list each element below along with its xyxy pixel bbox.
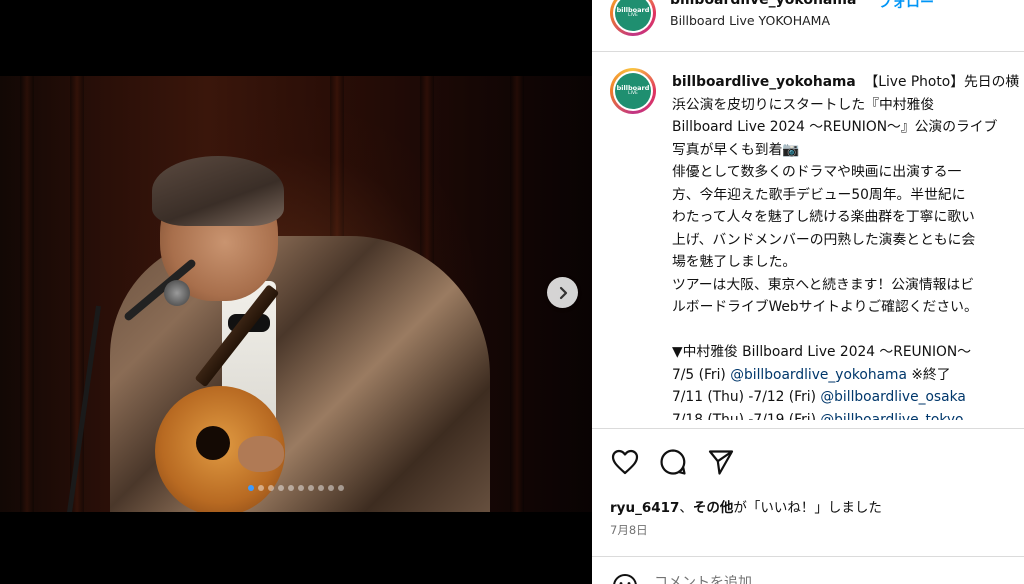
carousel-dot: [258, 485, 264, 491]
carousel-indicator: [0, 485, 592, 491]
caption-line: ツアーは大阪、東京へと続きます！公演情報はビ: [672, 276, 975, 293]
avatar[interactable]: billboard LIVE: [610, 68, 656, 114]
mention-link[interactable]: @billboardlive_tokyo: [820, 412, 963, 421]
post-sidebar: billboard LIVE billboardlive_yokohama フォ…: [592, 0, 1024, 584]
post-header: billboard LIVE billboardlive_yokohama フォ…: [592, 0, 1024, 52]
caption-line: わたって人々を魅了し続ける楽曲群を丁寧に歌い: [672, 209, 975, 225]
comment-input[interactable]: [654, 575, 954, 584]
tour-date: 7/5 (Fri): [672, 366, 731, 383]
post-media: [0, 0, 592, 584]
carousel-dot: [248, 485, 254, 491]
strumming-hand: [238, 436, 284, 472]
guitar-soundhole: [196, 426, 230, 460]
carousel-dot: [278, 485, 284, 491]
caption-line: 上げ、バンドメンバーの円熟した演奏とともに会: [672, 231, 976, 248]
caption-line: 浜公演を皮切りにスタートした『中村雅俊: [672, 96, 935, 113]
avatar-ring: billboard LIVE: [613, 0, 653, 33]
caption-line: ルボードライブWebサイトよりご確認ください。: [672, 299, 978, 315]
likes-suffix: が「いいね！」しました: [733, 500, 882, 516]
header-username[interactable]: billboardlive_yokohama: [670, 0, 856, 8]
curtain-fold: [510, 76, 524, 512]
likes-summary: ryu_6417、その他が「いいね！」しました: [610, 496, 882, 516]
share-icon: [708, 450, 734, 475]
like-button[interactable]: [610, 447, 640, 477]
carousel-dot: [298, 485, 304, 491]
caption-text: billboardlive_yokohama 【Live Photo】先日の横 …: [672, 71, 1024, 420]
liker-username[interactable]: ryu_6417: [610, 500, 679, 516]
caption-line: 場を魅了しました。: [672, 254, 797, 270]
mention-link[interactable]: @billboardlive_yokohama: [730, 367, 907, 383]
chevron-right-icon: [559, 286, 567, 299]
follow-button[interactable]: フォロー: [878, 0, 934, 12]
avatar-ring: billboard LIVE: [613, 71, 653, 111]
tour-date: 7/11 (Thu) -7/12 (Fri): [672, 389, 821, 405]
post-date[interactable]: 7月8日: [610, 522, 648, 538]
location-link[interactable]: Billboard Live YOKOHAMA: [670, 13, 830, 28]
caption-line: 方、今年迎えた歌手デビュー50周年。半世紀に: [672, 186, 966, 203]
carousel-dot: [288, 485, 294, 491]
caption-line: 【Live Photo】先日の横: [864, 74, 1020, 90]
post-photo[interactable]: [0, 76, 592, 512]
carousel-dot: [308, 485, 314, 491]
next-slide-button[interactable]: [547, 277, 578, 308]
comment-composer: [592, 556, 1024, 584]
billboard-live-logo: billboard LIVE: [615, 73, 651, 109]
caption-line: 俳優として数多くのドラマや映画に出演する一: [672, 164, 962, 180]
avatar[interactable]: billboard LIVE: [610, 0, 656, 36]
tour-note: ※終了: [906, 366, 951, 383]
carousel-dot: [318, 485, 324, 491]
caption: billboard LIVE billboardlive_yokohama 【L…: [592, 52, 1024, 420]
caption-username[interactable]: billboardlive_yokohama: [672, 74, 856, 90]
action-bar: [592, 428, 1024, 477]
likes-separator: 、: [679, 500, 693, 516]
smile-icon[interactable]: [612, 573, 638, 584]
carousel-dot: [268, 485, 274, 491]
share-button[interactable]: [706, 447, 736, 477]
likes-others-link[interactable]: その他: [693, 500, 734, 516]
carousel-dot: [338, 485, 344, 491]
tour-date: 7/18 (Thu) -7/19 (Fri): [672, 411, 821, 421]
singer-hair: [152, 156, 284, 226]
billboard-live-logo: billboard LIVE: [615, 0, 651, 31]
caption-line: Billboard Live 2024 〜REUNION〜』公演のライブ: [672, 119, 998, 135]
curtain-fold: [20, 76, 34, 512]
tour-title: ▼中村雅俊 Billboard Live 2024 〜REUNION〜: [672, 344, 971, 360]
comment-icon: [660, 449, 686, 475]
microphone: [164, 280, 190, 306]
heart-icon: [611, 449, 639, 475]
caption-line: 写真が早くも到着📷: [672, 141, 800, 158]
carousel-dot: [328, 485, 334, 491]
comment-button[interactable]: [658, 447, 688, 477]
mention-link[interactable]: @billboardlive_osaka: [820, 389, 965, 405]
